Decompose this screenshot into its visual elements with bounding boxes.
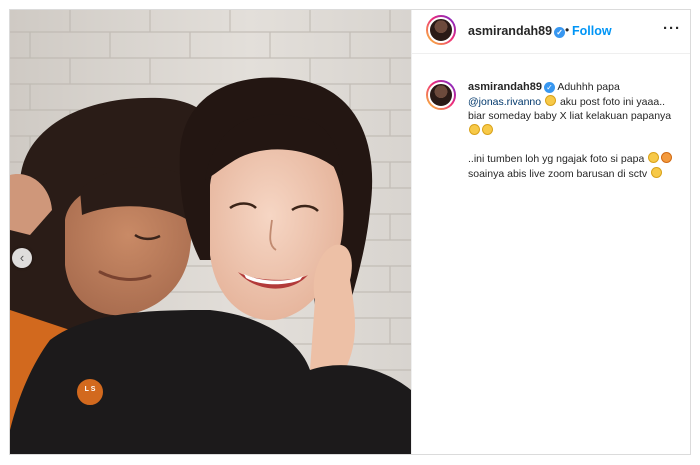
- caption-avatar[interactable]: [426, 80, 456, 110]
- caption-line1: Aduhhh papa: [557, 81, 620, 93]
- caption-text: asmirandah89 ✓ Aduhhh papa @jonas.rivanno…: [468, 80, 683, 181]
- mention-link[interactable]: @jonas.rivanno: [468, 96, 541, 108]
- grimacing-emoji-icon: [648, 152, 660, 163]
- verified-badge-icon: ✓: [554, 27, 566, 38]
- header-username[interactable]: asmirandah89 ✓: [468, 24, 566, 38]
- post-header: asmirandah89 ✓ • Follow ···: [412, 10, 690, 54]
- post-photo[interactable]: L S ‹: [10, 10, 411, 454]
- selfie-photo: [10, 10, 411, 454]
- instagram-post: L S ‹ asmirandah89 ✓ • Follow ··· asmiran…: [9, 9, 691, 455]
- shirt-badge-text: L S: [84, 386, 96, 393]
- follow-button[interactable]: Follow: [572, 24, 612, 38]
- carousel-prev-button[interactable]: ‹: [12, 248, 32, 268]
- chevron-left-icon: ‹: [19, 249, 25, 265]
- avatar[interactable]: [426, 15, 456, 45]
- post-side-panel: asmirandah89 ✓ • Follow ··· asmirandah89 ✓…: [411, 10, 690, 454]
- laughing-emoji-icon: [651, 166, 663, 178]
- grinning-emoji-icon: [545, 94, 557, 106]
- verified-badge-icon: ✓: [543, 82, 555, 93]
- grinning-emoji-icon: [469, 123, 480, 135]
- caption-paragraph-2: ..ini tumben loh yg ngajak foto si papa …: [468, 152, 683, 181]
- caption-para2-b: soainya abis live zoom barusan di sctv: [468, 167, 648, 180]
- caption-para2-a: ..ini tumben loh yg ngajak foto si papa: [468, 153, 645, 165]
- squinting-emoji-icon: [661, 152, 673, 163]
- separator-dot: •: [565, 23, 570, 37]
- caption-username[interactable]: asmirandah89: [468, 81, 542, 93]
- laughing-emoji-icon: [482, 123, 493, 135]
- more-options-icon[interactable]: ···: [663, 20, 681, 37]
